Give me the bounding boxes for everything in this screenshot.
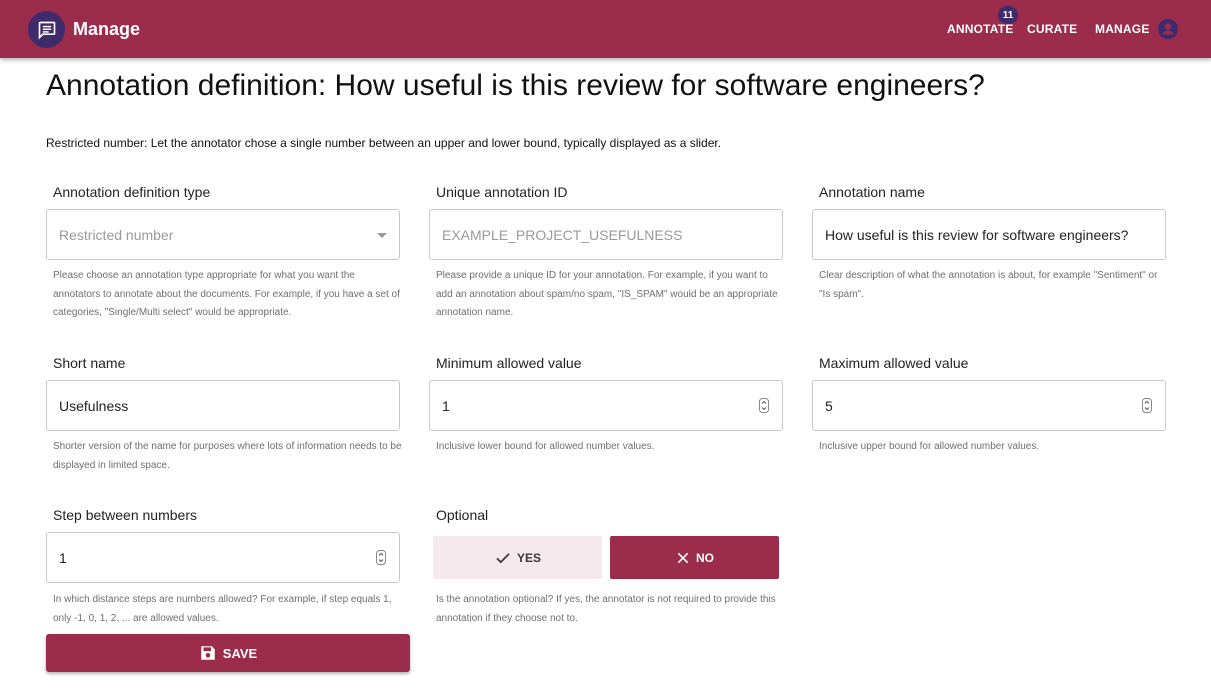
- id-input[interactable]: EXAMPLE_PROJECT_USEFULNESS: [429, 209, 783, 260]
- app-title: Manage: [73, 19, 141, 39]
- optional-helper: Is the annotation optional? If yes, the …: [436, 594, 776, 624]
- short-name-label: Short name: [53, 355, 126, 371]
- name-value: How useful is this review for software e…: [825, 226, 1129, 243]
- step-label: Step between numbers: [53, 507, 197, 523]
- max-input[interactable]: 5: [812, 380, 1166, 431]
- page-description: Restricted number: Let the annotator cho…: [46, 136, 722, 150]
- max-helper: Inclusive upper bound for allowed number…: [819, 441, 1040, 452]
- type-select[interactable]: Restricted number: [46, 209, 400, 260]
- spinner-icon[interactable]: [759, 398, 769, 413]
- save-button[interactable]: SAVE: [46, 634, 410, 672]
- app-bar: Manage ANNOTATE 11 CURATE MANAGE: [0, 0, 1211, 58]
- max-value: 5: [825, 397, 833, 414]
- name-helper: Clear description of what the annotation…: [819, 270, 1158, 300]
- chat-icon[interactable]: [28, 11, 65, 48]
- step-helper: In which distance steps are numbers allo…: [53, 594, 392, 624]
- type-helper: Please choose an annotation type appropr…: [53, 270, 400, 318]
- min-helper: Inclusive lower bound for allowed number…: [436, 441, 655, 452]
- check-icon: [496, 552, 510, 563]
- id-value: EXAMPLE_PROJECT_USEFULNESS: [442, 226, 683, 243]
- step-input[interactable]: 1: [46, 532, 400, 583]
- name-label: Annotation name: [819, 184, 925, 200]
- short-name-value: Usefulness: [59, 397, 129, 414]
- short-name-helper: Shorter version of the name for purposes…: [53, 441, 402, 471]
- optional-no-button[interactable]: NO: [610, 536, 779, 579]
- id-helper: Please provide a unique ID for your anno…: [436, 270, 778, 318]
- min-label: Minimum allowed value: [436, 355, 582, 371]
- optional-yes-label: YES: [516, 550, 541, 565]
- nav-curate[interactable]: CURATE: [1027, 22, 1077, 36]
- step-value: 1: [59, 549, 67, 566]
- annotate-badge: 11: [998, 6, 1018, 24]
- optional-label: Optional: [436, 507, 489, 523]
- nav-manage[interactable]: MANAGE: [1095, 22, 1150, 36]
- save-icon: [201, 646, 215, 660]
- dropdown-arrow-icon: [377, 233, 387, 238]
- short-name-input[interactable]: Usefulness: [46, 380, 400, 431]
- page-title: Annotation definition: How useful is thi…: [46, 69, 985, 102]
- optional-no-label: NO: [696, 550, 714, 565]
- min-value: 1: [442, 397, 450, 414]
- close-icon: [677, 552, 689, 563]
- save-label: SAVE: [222, 645, 258, 661]
- type-value: Restricted number: [59, 226, 174, 243]
- id-label: Unique annotation ID: [436, 184, 568, 200]
- min-input[interactable]: 1: [429, 380, 783, 431]
- optional-yes-button[interactable]: YES: [433, 536, 602, 579]
- spinner-icon[interactable]: [1142, 398, 1152, 413]
- name-input[interactable]: How useful is this review for software e…: [812, 209, 1166, 260]
- max-label: Maximum allowed value: [819, 355, 969, 371]
- spinner-icon[interactable]: [376, 550, 386, 565]
- account-circle-icon[interactable]: [1158, 19, 1178, 39]
- nav-annotate[interactable]: ANNOTATE: [947, 22, 1013, 36]
- type-label: Annotation definition type: [53, 184, 211, 200]
